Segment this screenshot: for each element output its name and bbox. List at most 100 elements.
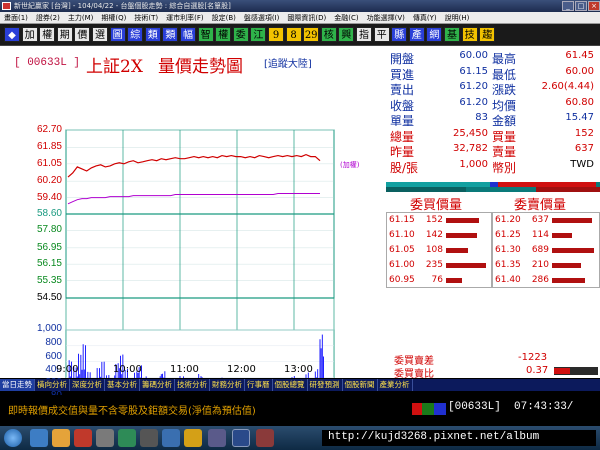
app-icon-yellow[interactable] [184, 429, 202, 447]
ask-ladder: 61.20 637 61.25 114 61.30 689 61.35 210 61.40 286 [492, 212, 600, 288]
order-qty: 76 [431, 275, 443, 285]
price-volume-chart[interactable] [0, 46, 386, 378]
asks-row[interactable]: 61.35 210 [493, 258, 597, 273]
app-icon-dark[interactable] [140, 429, 158, 447]
quote-label: 金額 [492, 114, 517, 128]
toolbar-button[interactable]: 8 [285, 27, 302, 42]
app-icon [2, 2, 11, 10]
toolbar-button[interactable]: 圖 [109, 27, 126, 42]
time-tick-label: 11:00 [170, 364, 199, 375]
toolbar-button[interactable]: 權 [39, 27, 56, 42]
analysis-tab[interactable]: 橫向分析 [35, 379, 70, 391]
order-price: 61.25 [495, 230, 521, 240]
bids-row[interactable]: 60.95 76 [387, 273, 491, 288]
app-icon-maroon[interactable] [256, 429, 274, 447]
menu-item[interactable]: 畫面(1) [0, 12, 32, 23]
ratio-label: 委買賣比 [394, 369, 434, 380]
analysis-tab[interactable]: 個股總覽 [273, 379, 308, 391]
analysis-tab[interactable]: 研發預測 [308, 379, 343, 391]
quote-value: 32,782 [453, 143, 488, 154]
toolbar-button[interactable]: 加 [21, 27, 38, 42]
toolbar-button[interactable]: 指 [356, 27, 372, 42]
bids-row[interactable]: 61.00 235 [387, 258, 491, 273]
menu-item[interactable]: 傳真(Y) [409, 12, 441, 23]
menu-item[interactable]: 盤感選項(I) [240, 12, 284, 23]
close-icon[interactable]: × [588, 1, 600, 11]
toolbar-button[interactable]: ◆ [4, 27, 20, 42]
analysis-tab[interactable]: 財務分析 [210, 379, 245, 391]
analysis-tab[interactable]: 基本分析 [105, 379, 140, 391]
toolbar-button[interactable]: 期 [56, 27, 73, 42]
order-bar [445, 247, 469, 254]
quote-value: 61.45 [565, 50, 594, 61]
menu-item[interactable]: 主力(M) [64, 12, 98, 23]
quote-row: 買進 61.15 最低 60.00 [386, 66, 600, 82]
taskbar: http://kujd3268.pixnet.net/album [0, 426, 600, 450]
bids-row[interactable]: 61.10 142 [387, 228, 491, 243]
app-icon-active[interactable] [232, 429, 250, 447]
folder-icon[interactable] [52, 429, 70, 447]
toolbar-button[interactable]: 江 [250, 27, 267, 42]
order-price: 61.20 [495, 215, 521, 225]
menu-item[interactable]: 期權(Q) [97, 12, 130, 23]
toolbar-button[interactable]: 產 [408, 27, 425, 42]
analysis-tab[interactable]: 深度分析 [70, 379, 105, 391]
asks-row[interactable]: 61.30 689 [493, 243, 597, 258]
app-icon-gray[interactable] [96, 429, 114, 447]
app-icon-blue[interactable] [162, 429, 180, 447]
toolbar-button[interactable]: 權 [215, 27, 232, 42]
menu-item[interactable]: 功能選擇(V) [363, 12, 409, 23]
bid-ladder: 61.15 152 61.10 142 61.05 108 61.00 235 60.95 76 [386, 212, 492, 288]
toolbar-button[interactable]: 技 [461, 27, 478, 42]
toolbar-button[interactable]: 價 [74, 27, 91, 42]
analysis-tab[interactable]: 技術分析 [175, 379, 210, 391]
bids-row[interactable]: 61.05 108 [387, 243, 491, 258]
order-price: 61.00 [389, 260, 415, 270]
analysis-tab[interactable]: 當日走勢 [0, 379, 35, 391]
menu-item[interactable]: 說明(H) [441, 12, 474, 23]
asks-row[interactable]: 61.20 637 [493, 213, 597, 228]
toolbar-button[interactable]: 縣 [391, 27, 408, 42]
menu-item[interactable]: 設定(B) [208, 12, 240, 23]
toolbar-button[interactable]: 綜 [127, 27, 144, 42]
status-time: 07:43:33/ [514, 401, 574, 413]
toolbar-button[interactable]: 選 [92, 27, 108, 42]
toolbar-button[interactable]: 29 [303, 27, 320, 42]
toolbar-button[interactable]: 智 [197, 27, 214, 42]
analysis-tab[interactable]: 籌碼分析 [140, 379, 175, 391]
menu-item[interactable]: 證券(2) [32, 12, 64, 23]
bids-row[interactable]: 61.15 152 [387, 213, 491, 228]
asks-row[interactable]: 61.25 114 [493, 228, 597, 243]
toolbar-button[interactable]: 類 [144, 27, 161, 42]
menu-item[interactable]: 國際資訊(D) [283, 12, 330, 23]
toolbar-button[interactable]: 網 [426, 27, 443, 42]
toolbar-button[interactable]: 核 [320, 27, 337, 42]
analysis-tab[interactable]: 產業分析 [378, 379, 413, 391]
menu-item[interactable]: 技術(T) [130, 12, 162, 23]
quote-label: 幣別 [492, 160, 517, 175]
maximize-icon[interactable]: □ [575, 1, 587, 11]
asks-row[interactable]: 61.40 286 [493, 273, 597, 288]
app-icon-red[interactable] [74, 429, 92, 447]
order-price: 60.95 [389, 275, 415, 285]
toolbar-button[interactable]: 基 [444, 27, 460, 42]
toolbar-button[interactable]: 趨 [479, 27, 496, 42]
app-icon-green[interactable] [118, 429, 136, 447]
menu-item[interactable]: 運市利率(F) [162, 12, 208, 23]
minimize-icon[interactable]: _ [562, 1, 574, 11]
toolbar-button[interactable]: 幅 [180, 27, 196, 42]
start-icon[interactable] [4, 429, 22, 447]
toolbar-button[interactable]: 興 [338, 27, 355, 42]
analysis-tab[interactable]: 行事曆 [245, 379, 273, 391]
analysis-tab[interactable]: 個股新聞 [343, 379, 378, 391]
app-icon-purple[interactable] [208, 429, 226, 447]
toolbar-button[interactable]: 委 [232, 27, 249, 42]
explorer-icon[interactable] [30, 429, 48, 447]
order-qty: 108 [425, 245, 443, 255]
toolbar-button[interactable]: 類 [162, 27, 179, 42]
menu-item[interactable]: 金融(C) [330, 12, 362, 23]
ask-header: 委賣價量 [514, 198, 567, 213]
toolbar-button[interactable]: 9 [268, 27, 284, 42]
toolbar-button[interactable]: 平 [373, 27, 390, 42]
status-code: [00633L] [448, 401, 501, 413]
